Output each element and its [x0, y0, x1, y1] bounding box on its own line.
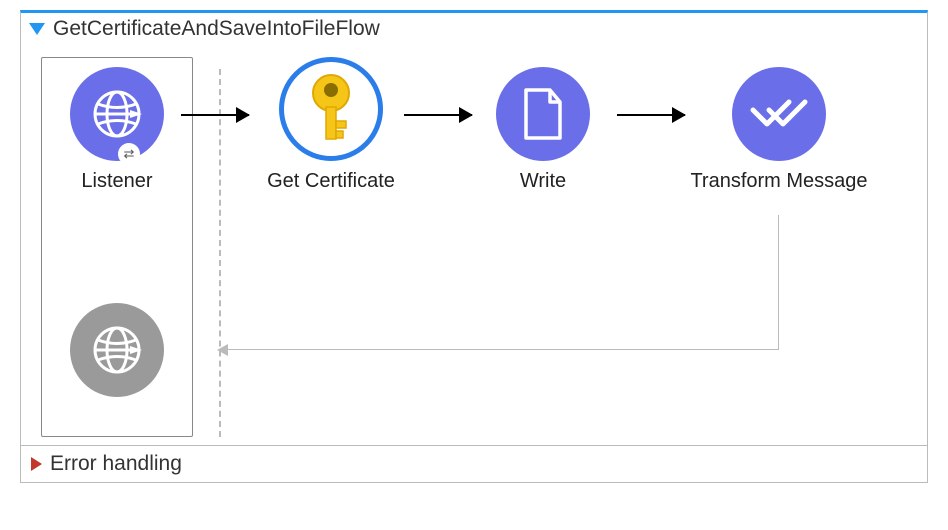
error-handling-header[interactable]: Error handling — [21, 446, 927, 482]
response-node[interactable] — [47, 303, 187, 397]
flow-title: GetCertificateAndSaveIntoFileFlow — [53, 17, 380, 41]
source-divider — [219, 69, 221, 437]
get-certificate-node[interactable]: Get Certificate — [246, 62, 416, 193]
flow-panel: GetCertificateAndSaveIntoFileFlow ⇄ — [20, 10, 928, 483]
flow-section: GetCertificateAndSaveIntoFileFlow ⇄ — [21, 13, 927, 446]
arrow-2 — [404, 114, 472, 116]
arrow-3 — [617, 114, 685, 116]
collapse-icon[interactable] — [31, 457, 42, 471]
key-ring-icon — [279, 57, 383, 161]
flow-header[interactable]: GetCertificateAndSaveIntoFileFlow — [21, 13, 927, 45]
return-connector — [226, 215, 779, 350]
http-response-icon — [70, 303, 164, 397]
write-label: Write — [473, 169, 613, 193]
http-listener-icon: ⇄ — [70, 67, 164, 161]
flow-canvas[interactable]: ⇄ Listener Get Certificate — [21, 45, 927, 445]
error-title: Error handling — [50, 452, 182, 476]
transform-message-node[interactable]: Transform Message — [689, 67, 869, 193]
transform-label: Transform Message — [689, 169, 869, 193]
get-certificate-label: Get Certificate — [246, 169, 416, 193]
listener-node[interactable]: ⇄ Listener — [47, 67, 187, 193]
expand-icon[interactable] — [29, 23, 45, 35]
listener-label: Listener — [47, 169, 187, 193]
transform-icon — [732, 67, 826, 161]
return-arrow-icon — [217, 344, 228, 356]
write-node[interactable]: Write — [473, 67, 613, 193]
file-icon — [496, 67, 590, 161]
arrow-1 — [181, 114, 249, 116]
exchange-badge-icon: ⇄ — [118, 143, 140, 165]
